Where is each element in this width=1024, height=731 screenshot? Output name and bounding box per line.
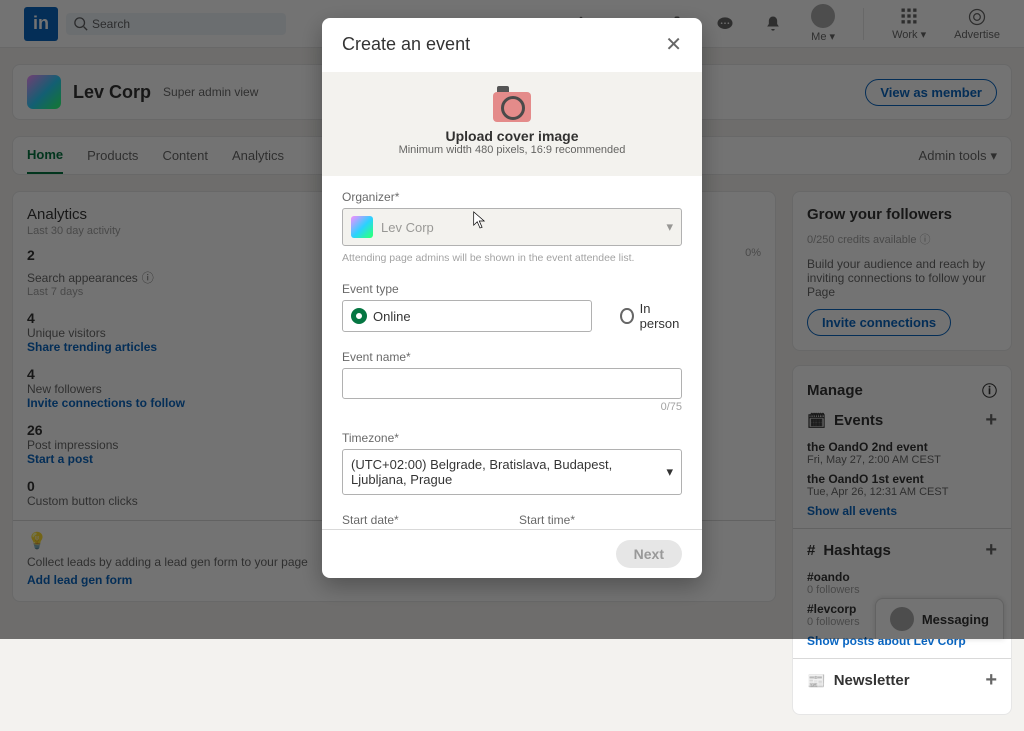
add-newsletter-button[interactable]: +	[985, 669, 997, 692]
modal-body[interactable]: Upload cover image Minimum width 480 pix…	[322, 71, 702, 529]
newsletter-icon: 📰	[807, 672, 826, 690]
cover-upload-area[interactable]: Upload cover image Minimum width 480 pix…	[322, 72, 702, 176]
organizer-logo	[351, 216, 373, 238]
chevron-down-icon: ▾	[666, 219, 673, 235]
timezone-label: Timezone*	[342, 431, 682, 445]
camera-icon	[493, 92, 531, 122]
organizer-helper: Attending page admins will be shown in t…	[342, 252, 682, 264]
event-name-input[interactable]	[342, 368, 682, 399]
modal-footer: Next	[322, 529, 702, 578]
modal-overlay: Create an event ✕ Upload cover image Min…	[0, 0, 1024, 639]
cover-upload-sub: Minimum width 480 pixels, 16:9 recommend…	[399, 144, 626, 156]
create-event-modal: Create an event ✕ Upload cover image Min…	[322, 18, 702, 578]
start-time-label: Start time*	[519, 513, 682, 527]
start-date-label: Start date*	[342, 513, 505, 527]
organizer-label: Organizer*	[342, 190, 682, 204]
event-type-radio-group: Online In person	[342, 300, 682, 332]
event-name-counter: 0/75	[342, 401, 682, 413]
event-type-in-person[interactable]: In person	[620, 301, 682, 331]
event-type-online[interactable]: Online	[342, 300, 592, 332]
cover-upload-title: Upload cover image	[445, 128, 578, 144]
close-icon[interactable]: ✕	[665, 32, 682, 57]
event-type-label: Event type	[342, 282, 682, 296]
modal-header: Create an event ✕	[322, 18, 702, 71]
chevron-down-icon: ▾	[666, 464, 673, 480]
modal-title: Create an event	[342, 34, 470, 55]
timezone-select[interactable]: (UTC+02:00) Belgrade, Bratislava, Budape…	[342, 449, 682, 495]
next-button[interactable]: Next	[616, 540, 682, 568]
organizer-select[interactable]: Lev Corp ▾	[342, 208, 682, 246]
event-name-label: Event name*	[342, 350, 682, 364]
